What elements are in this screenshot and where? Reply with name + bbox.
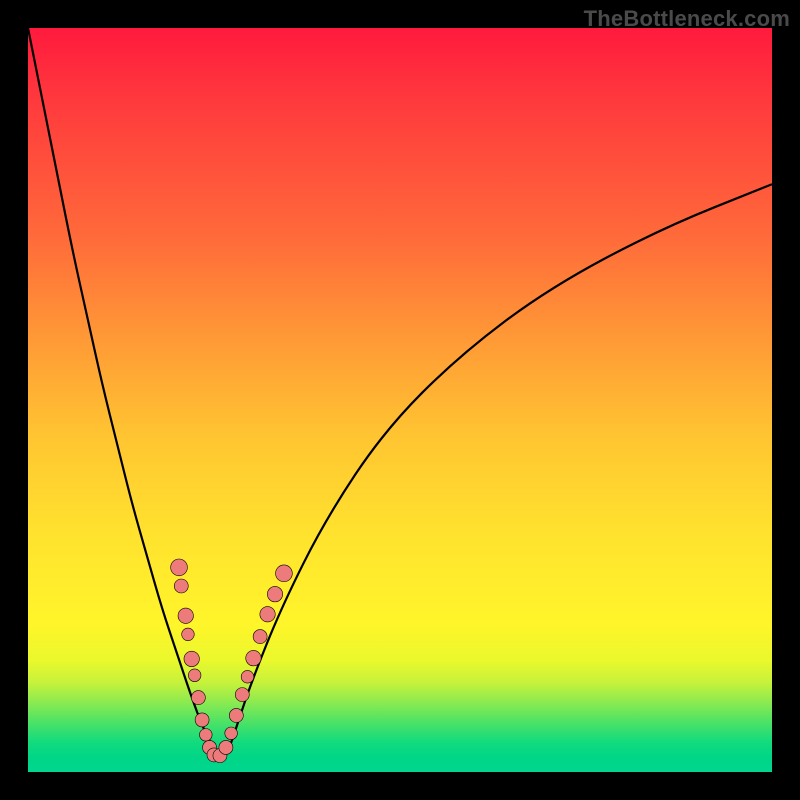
data-point — [229, 708, 243, 722]
data-point — [182, 628, 195, 641]
data-point — [207, 748, 221, 762]
chart-frame: TheBottleneck.com — [0, 0, 800, 800]
data-point — [203, 740, 217, 754]
data-point — [174, 579, 188, 593]
data-point — [267, 586, 282, 601]
curve-points — [171, 559, 293, 763]
data-point — [241, 670, 254, 683]
data-point — [219, 740, 233, 754]
attribution-text: TheBottleneck.com — [584, 6, 790, 32]
data-point — [191, 691, 205, 705]
data-point — [235, 688, 249, 702]
data-point — [178, 608, 193, 623]
data-point — [253, 630, 267, 644]
plot-area — [28, 28, 772, 772]
data-point — [200, 729, 213, 742]
data-point — [225, 727, 238, 740]
data-point — [171, 559, 188, 576]
data-point — [184, 651, 199, 666]
data-point — [276, 565, 293, 582]
data-point — [246, 650, 261, 665]
data-point — [213, 749, 227, 763]
bottleneck-curve-path — [28, 28, 772, 755]
data-point — [195, 713, 209, 727]
data-point — [188, 669, 201, 682]
data-point — [260, 607, 275, 622]
curve-layer — [28, 28, 772, 772]
